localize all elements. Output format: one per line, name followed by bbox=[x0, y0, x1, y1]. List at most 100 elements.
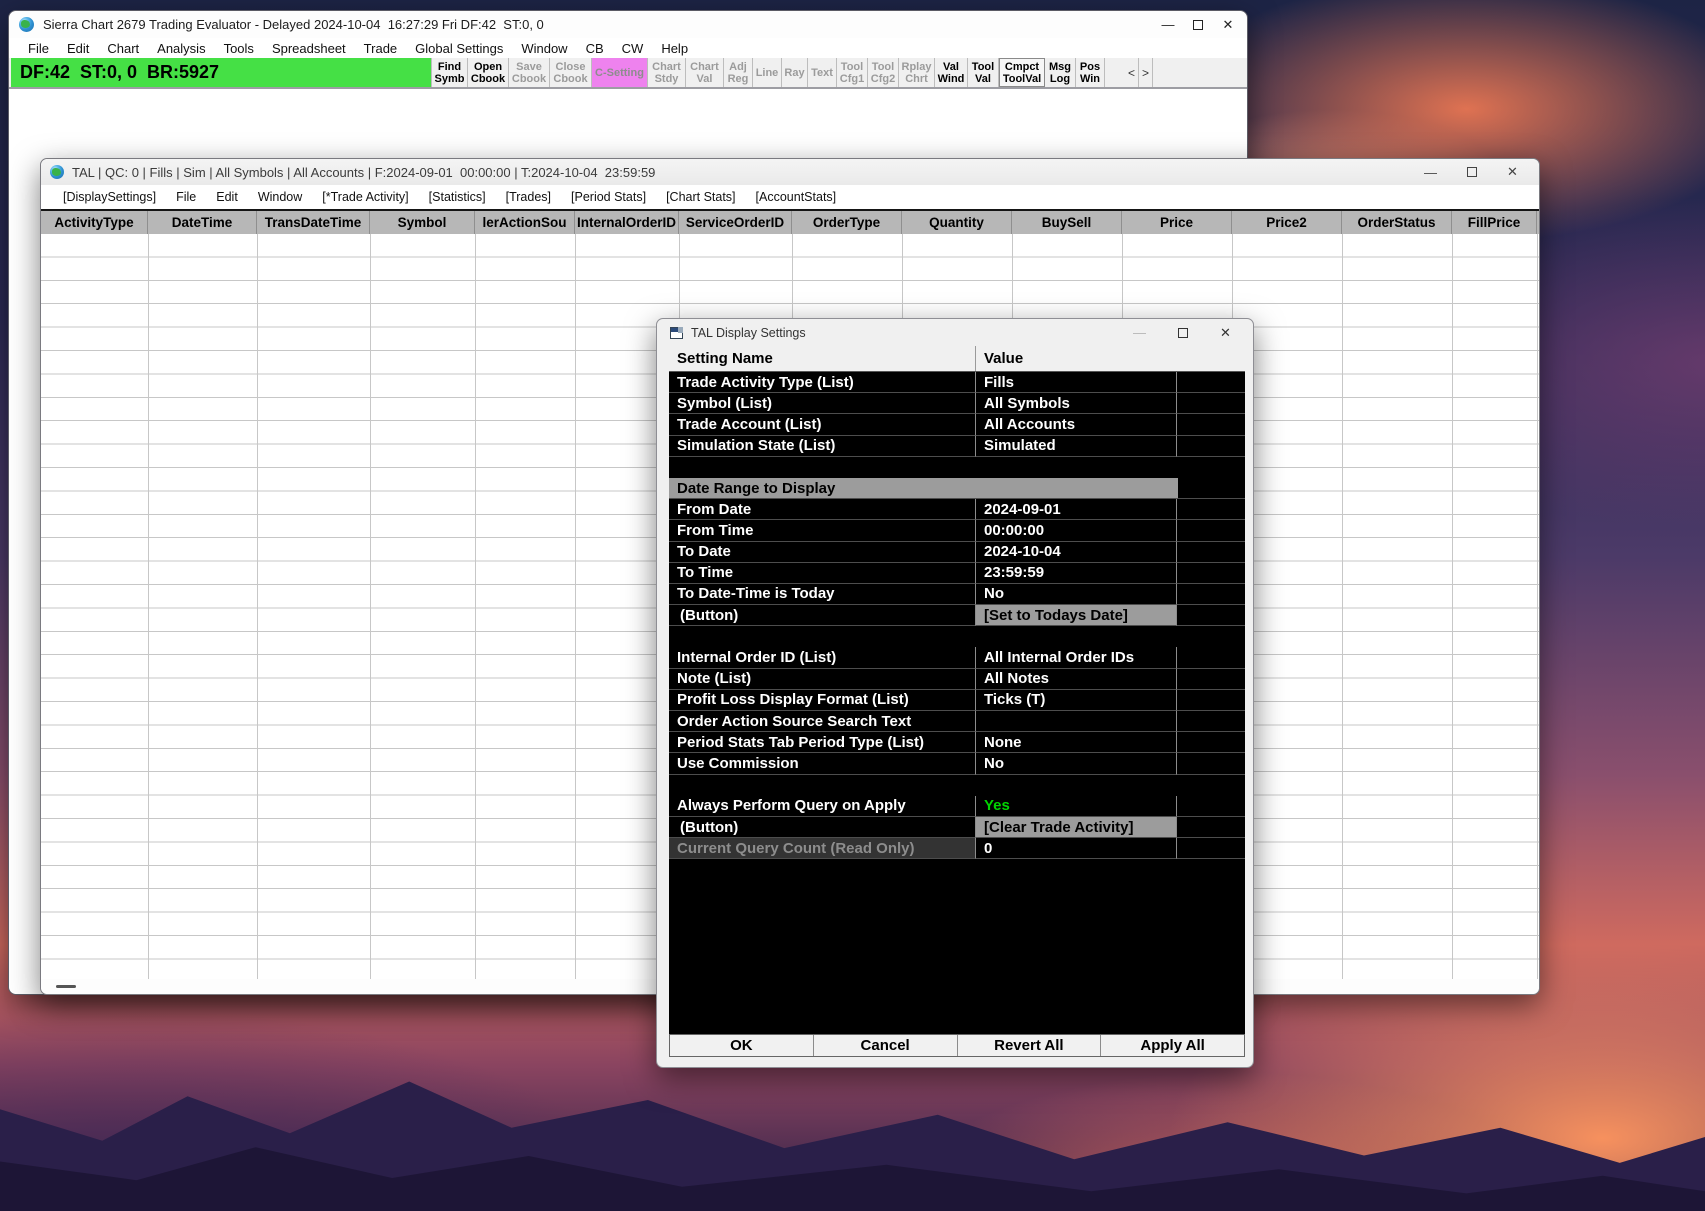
main-menu-tools[interactable]: Tools bbox=[215, 41, 263, 56]
setting-row-use-commission[interactable]: Use Commission No bbox=[669, 753, 1245, 775]
main-menu-cb[interactable]: CB bbox=[577, 41, 613, 56]
dialog-close-icon[interactable]: ✕ bbox=[1204, 319, 1247, 346]
tal-column-header-leractionsou[interactable]: lerActionSou bbox=[475, 211, 575, 234]
tal-column-header-ordertype[interactable]: OrderType bbox=[792, 211, 902, 234]
setting-row-order-action-source-search-text[interactable]: Order Action Source Search Text bbox=[669, 711, 1245, 733]
tal-maximize-icon[interactable] bbox=[1451, 159, 1492, 185]
setting-row-always-perform-query-on-apply[interactable]: Always Perform Query on Apply Yes bbox=[669, 795, 1245, 817]
tal-column-header-price2[interactable]: Price2 bbox=[1232, 211, 1342, 234]
tal-menu-period-stats[interactable]: [Period Stats] bbox=[561, 190, 656, 204]
tal-menu-trade-activity[interactable]: [*Trade Activity] bbox=[312, 190, 418, 204]
toolbar-button-text[interactable]: Text bbox=[808, 58, 837, 87]
toolbar-next-button[interactable]: > bbox=[1139, 58, 1153, 87]
ok-button[interactable]: OK bbox=[670, 1035, 813, 1056]
tal-column-header-buysell[interactable]: BuySell bbox=[1012, 211, 1122, 234]
main-menu-trade[interactable]: Trade bbox=[355, 41, 406, 56]
toolbar-button-rplay-chrt[interactable]: Rplay Chrt bbox=[899, 58, 935, 87]
setting-value[interactable]: None bbox=[976, 732, 1177, 754]
toolbar-button-tool-val[interactable]: Tool Val bbox=[968, 58, 999, 87]
setting-value[interactable]: Yes bbox=[976, 795, 1177, 817]
tal-titlebar[interactable]: TAL | QC: 0 | Fills | Sim | All Symbols … bbox=[41, 159, 1539, 185]
setting-row-from-time[interactable]: From Time 00:00:00 bbox=[669, 520, 1245, 542]
tal-minimize-icon[interactable]: — bbox=[1410, 159, 1451, 185]
toolbar-button-tool-cfg1[interactable]: Tool Cfg1 bbox=[837, 58, 868, 87]
setting-value[interactable]: [Set to Todays Date] bbox=[976, 605, 1177, 627]
setting-value[interactable]: No bbox=[976, 753, 1177, 775]
setting-row-to-date-time-is-today[interactable]: To Date-Time is Today No bbox=[669, 583, 1245, 606]
tal-column-header-orderstatus[interactable]: OrderStatus bbox=[1342, 211, 1452, 234]
setting-value[interactable]: [Clear Trade Activity] bbox=[976, 816, 1177, 839]
tal-menu-trades[interactable]: [Trades] bbox=[496, 190, 561, 204]
tal-column-header-transdatetime[interactable]: TransDateTime bbox=[257, 211, 370, 234]
apply-all-button[interactable]: Apply All bbox=[1100, 1035, 1244, 1056]
tal-column-header-symbol[interactable]: Symbol bbox=[370, 211, 475, 234]
setting-row-from-date[interactable]: From Date 2024-09-01 bbox=[669, 499, 1245, 521]
toolbar-button-cmpct-toolval[interactable]: Cmpct ToolVal bbox=[999, 58, 1045, 87]
tal-column-header-serviceorderid[interactable]: ServiceOrderID bbox=[679, 211, 792, 234]
setting-row-trade-account-list[interactable]: Trade Account (List) All Accounts bbox=[669, 414, 1245, 436]
setting-value[interactable]: 2024-10-04 bbox=[976, 541, 1177, 563]
setting-value[interactable]: Simulated bbox=[976, 435, 1177, 457]
setting-row-note-list[interactable]: Note (List) All Notes bbox=[669, 668, 1245, 690]
tal-menu-chart-stats[interactable]: [Chart Stats] bbox=[656, 190, 745, 204]
tal-close-icon[interactable]: ✕ bbox=[1492, 159, 1533, 185]
setting-row-internal-order-id-list[interactable]: Internal Order ID (List) All Internal Ord… bbox=[669, 647, 1245, 669]
maximize-icon[interactable] bbox=[1183, 11, 1213, 38]
dialog-titlebar[interactable]: TAL Display Settings — ✕ bbox=[657, 319, 1253, 346]
setting-value[interactable]: 23:59:59 bbox=[976, 562, 1177, 584]
setting-value[interactable]: All Accounts bbox=[976, 414, 1177, 436]
tal-column-header-datetime[interactable]: DateTime bbox=[148, 211, 257, 234]
tal-column-header-price[interactable]: Price bbox=[1122, 211, 1232, 234]
setting-value[interactable]: Fills bbox=[976, 372, 1177, 394]
toolbar-button-pos-win[interactable]: Pos Win bbox=[1076, 58, 1105, 87]
main-menu-help[interactable]: Help bbox=[652, 41, 697, 56]
toolbar-button-tool-cfg2[interactable]: Tool Cfg2 bbox=[868, 58, 899, 87]
main-titlebar[interactable]: Sierra Chart 2679 Trading Evaluator - De… bbox=[9, 11, 1247, 38]
toolbar-button-open-cbook[interactable]: Open Cbook bbox=[468, 58, 509, 87]
setting-row-current-query-count-read-only[interactable]: Current Query Count (Read Only) 0 bbox=[669, 838, 1245, 860]
toolbar-button-line[interactable]: Line bbox=[753, 58, 782, 87]
setting-row-period-stats-tab-period-type-list[interactable]: Period Stats Tab Period Type (List) None bbox=[669, 732, 1245, 754]
setting-row-symbol-list[interactable]: Symbol (List) All Symbols bbox=[669, 393, 1245, 415]
toolbar-button-c-setting[interactable]: C-Setting bbox=[592, 58, 648, 87]
close-icon[interactable]: ✕ bbox=[1213, 11, 1243, 38]
setting-value[interactable]: All Internal Order IDs bbox=[976, 647, 1177, 669]
setting-row-to-time[interactable]: To Time 23:59:59 bbox=[669, 562, 1245, 584]
toolbar-button-val-wind[interactable]: Val Wind bbox=[935, 58, 968, 87]
setting-row-button[interactable]: (Button) [Clear Trade Activity] bbox=[669, 816, 1245, 839]
minimize-icon[interactable]: — bbox=[1153, 11, 1183, 38]
toolbar-button-chart-val[interactable]: Chart Val bbox=[686, 58, 724, 87]
horizontal-scrollbar-thumb[interactable] bbox=[56, 985, 76, 988]
toolbar-button-close-cbook[interactable]: Close Cbook bbox=[550, 58, 592, 87]
dialog-maximize-icon[interactable] bbox=[1161, 319, 1204, 346]
setting-row-to-date[interactable]: To Date 2024-10-04 bbox=[669, 541, 1245, 563]
main-menu-analysis[interactable]: Analysis bbox=[148, 41, 214, 56]
toolbar-button-ray[interactable]: Ray bbox=[782, 58, 808, 87]
setting-value[interactable]: All Notes bbox=[976, 668, 1177, 690]
main-menu-spreadsheet[interactable]: Spreadsheet bbox=[263, 41, 355, 56]
setting-value[interactable]: 00:00:00 bbox=[976, 520, 1177, 542]
cancel-button[interactable]: Cancel bbox=[812, 1035, 957, 1056]
tal-column-header-quantity[interactable]: Quantity bbox=[902, 211, 1012, 234]
tal-column-header-fillprice[interactable]: FillPrice bbox=[1452, 211, 1537, 234]
setting-value[interactable]: 2024-09-01 bbox=[976, 499, 1177, 521]
setting-row-date-range-to-display[interactable]: Date Range to Display bbox=[669, 477, 1245, 500]
setting-row-trade-activity-type-list[interactable]: Trade Activity Type (List) Fills bbox=[669, 372, 1245, 394]
main-menu-global-settings[interactable]: Global Settings bbox=[406, 41, 512, 56]
main-menu-edit[interactable]: Edit bbox=[58, 41, 98, 56]
main-menu-cw[interactable]: CW bbox=[613, 41, 653, 56]
tal-menu-accountstats[interactable]: [AccountStats] bbox=[746, 190, 847, 204]
setting-value[interactable]: Ticks (T) bbox=[976, 689, 1177, 711]
setting-row-simulation-state-list[interactable]: Simulation State (List) Simulated bbox=[669, 435, 1245, 457]
toolbar-button-chart-stdy[interactable]: Chart Stdy bbox=[648, 58, 686, 87]
tal-menu-edit[interactable]: Edit bbox=[206, 190, 248, 204]
toolbar-button-save-cbook[interactable]: Save Cbook bbox=[509, 58, 550, 87]
toolbar-prev-button[interactable]: < bbox=[1125, 58, 1139, 87]
revert-all-button[interactable]: Revert All bbox=[956, 1035, 1101, 1056]
toolbar-button-msg-log[interactable]: Msg Log bbox=[1045, 58, 1076, 87]
setting-row-profit-loss-display-format-list[interactable]: Profit Loss Display Format (List) Ticks (… bbox=[669, 689, 1245, 711]
tal-column-header-internalorderid[interactable]: InternalOrderID bbox=[575, 211, 679, 234]
main-menu-file[interactable]: File bbox=[19, 41, 58, 56]
tal-column-header-activitytype[interactable]: ActivityType bbox=[41, 211, 148, 234]
setting-value[interactable]: No bbox=[976, 583, 1177, 606]
